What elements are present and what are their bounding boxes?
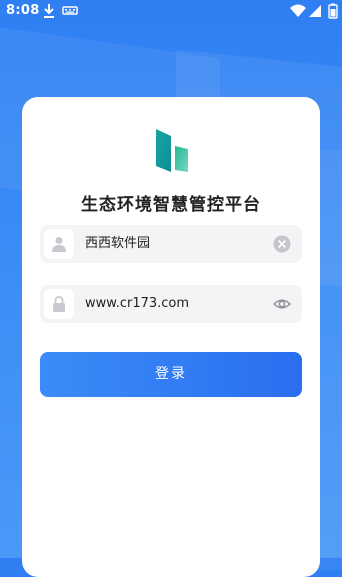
- battery-icon: [328, 3, 338, 23]
- password-field[interactable]: www.cr173.com: [40, 285, 302, 323]
- clear-icon[interactable]: [273, 235, 291, 253]
- username-field[interactable]: 西西软件园: [40, 225, 302, 263]
- signal-icon: [308, 3, 322, 23]
- status-time: 8:08: [6, 3, 40, 18]
- wifi-icon: [290, 3, 306, 23]
- login-button[interactable]: 登录: [40, 352, 302, 397]
- user-icon: [44, 229, 74, 259]
- password-input[interactable]: www.cr173.com: [85, 285, 189, 323]
- keyboard-icon: [62, 3, 78, 23]
- login-card: 生态环境智慧管控平台 西西软件园 www.cr173.com 登录: [22, 97, 320, 577]
- status-bar: 8:08: [0, 0, 342, 24]
- eye-icon[interactable]: [272, 295, 292, 313]
- lock-icon: [44, 289, 74, 319]
- app-logo: [155, 128, 189, 172]
- username-input[interactable]: 西西软件园: [85, 225, 150, 263]
- download-icon: [42, 3, 56, 23]
- app-title: 生态环境智慧管控平台: [81, 195, 261, 215]
